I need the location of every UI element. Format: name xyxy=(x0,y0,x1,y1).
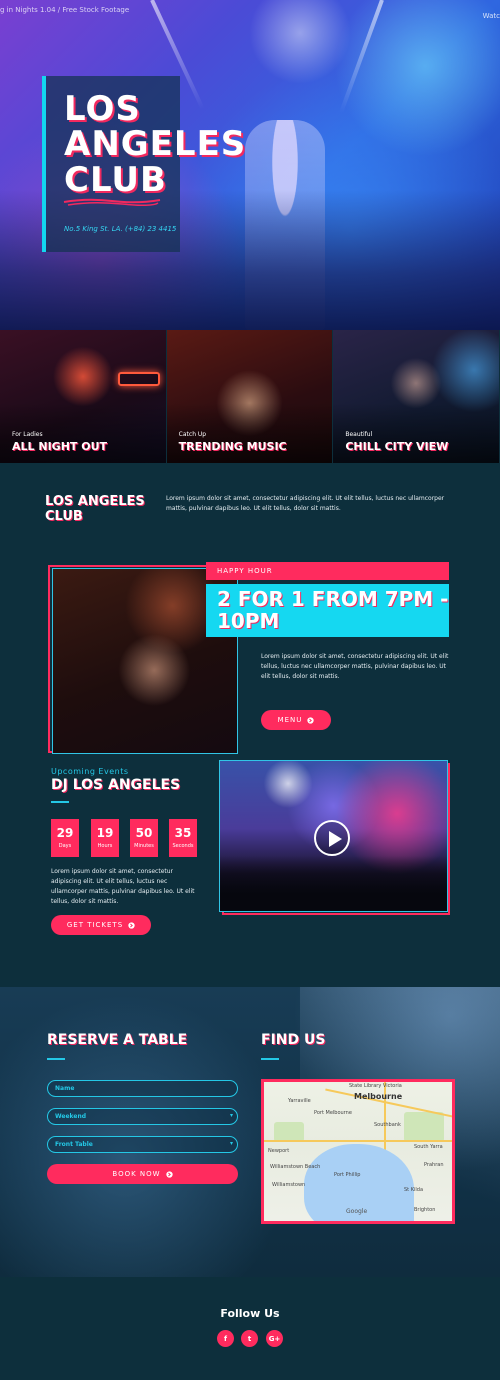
reserve-title: RESERVE A TABLE xyxy=(47,1032,188,1048)
countdown-days: 29 Days xyxy=(51,819,79,857)
tile-title: TRENDING MUSIC xyxy=(178,440,287,453)
follow-us-heading: Follow Us xyxy=(220,1307,280,1320)
happy-hour-text: Lorem ipsum dolor sit amet, consectetur … xyxy=(261,653,449,681)
tile-title: CHILL CITY VIEW xyxy=(345,440,449,453)
tile-title: ALL NIGHT OUT xyxy=(12,440,108,453)
tile-kicker: For Ladies xyxy=(12,431,43,438)
menu-button[interactable]: MENU xyxy=(261,710,331,730)
video-caption: g in Nights 1.04 / Free Stock Footage xyxy=(0,6,130,14)
hero-address: No.5 King St. LA. (+84) 23 4415 xyxy=(64,225,177,233)
happy-hour-headline: 2 FOR 1 FROM 7PM - 10PM xyxy=(206,584,449,637)
neon-sign xyxy=(118,372,160,386)
book-now-button[interactable]: BOOK NOW xyxy=(47,1164,238,1184)
name-input[interactable]: Name xyxy=(47,1080,238,1097)
watch-link[interactable]: Watc xyxy=(483,12,500,20)
feature-tiles: For Ladies ALL NIGHT OUT Catch Up TRENDI… xyxy=(0,330,500,463)
menu-button-label: MENU xyxy=(277,716,303,724)
hero-section: g in Nights 1.04 / Free Stock Footage Wa… xyxy=(0,0,500,330)
title-underline-icon xyxy=(63,198,161,206)
events-title: DJ LOS ANGELES xyxy=(51,777,181,793)
location-map[interactable]: Melbourne State Library Victoria Yarravi… xyxy=(261,1079,455,1224)
arrow-right-icon xyxy=(128,921,135,929)
arrow-right-icon xyxy=(307,716,315,724)
countdown-minutes: 50 Minutes xyxy=(130,819,158,857)
table-select[interactable]: Front Table ▾ xyxy=(47,1136,238,1153)
play-icon[interactable] xyxy=(314,820,350,856)
book-button-label: BOOK NOW xyxy=(112,1170,161,1178)
find-us-title: FIND US xyxy=(261,1032,326,1048)
events-kicker: Upcoming Events xyxy=(51,767,129,776)
intro-title: LOS ANGELES CLUB xyxy=(45,494,145,524)
countdown-seconds: 35 Seconds xyxy=(169,819,197,857)
google-plus-icon[interactable]: G+ xyxy=(266,1330,283,1347)
tile-kicker: Beautiful xyxy=(345,431,373,438)
intro-text: Lorem ipsum dolor sit amet, consectetur … xyxy=(166,495,445,512)
light-beam xyxy=(339,0,384,114)
tile-trending-music[interactable]: Catch Up TRENDING MUSIC xyxy=(166,330,334,463)
facebook-icon[interactable]: f xyxy=(217,1330,234,1347)
divider xyxy=(51,801,69,803)
hero-title: LOS ANGELES CLUB xyxy=(64,89,247,200)
tickets-button-label: GET TICKETS xyxy=(66,921,124,929)
divider xyxy=(47,1058,65,1060)
tile-chill-city-view[interactable]: Beautiful CHILL CITY VIEW xyxy=(333,330,500,463)
day-select[interactable]: Weekend ▾ xyxy=(47,1108,238,1125)
chevron-down-icon: ▾ xyxy=(229,1112,233,1119)
map-brand: Google xyxy=(346,1208,368,1215)
events-text: Lorem ipsum dolor sit amet, consectetur … xyxy=(51,868,195,905)
chevron-down-icon: ▾ xyxy=(229,1140,233,1147)
get-tickets-button[interactable]: GET TICKETS xyxy=(51,915,151,935)
arrow-right-icon xyxy=(165,1170,173,1178)
happy-hour-kicker: HAPPY HOUR xyxy=(206,562,449,580)
divider xyxy=(261,1058,279,1060)
map-city: Melbourne xyxy=(354,1092,403,1101)
countdown-hours: 19 Hours xyxy=(91,819,119,857)
tile-all-night-out[interactable]: For Ladies ALL NIGHT OUT xyxy=(0,330,167,463)
tile-kicker: Catch Up xyxy=(178,431,207,438)
twitter-icon[interactable]: t xyxy=(241,1330,258,1347)
